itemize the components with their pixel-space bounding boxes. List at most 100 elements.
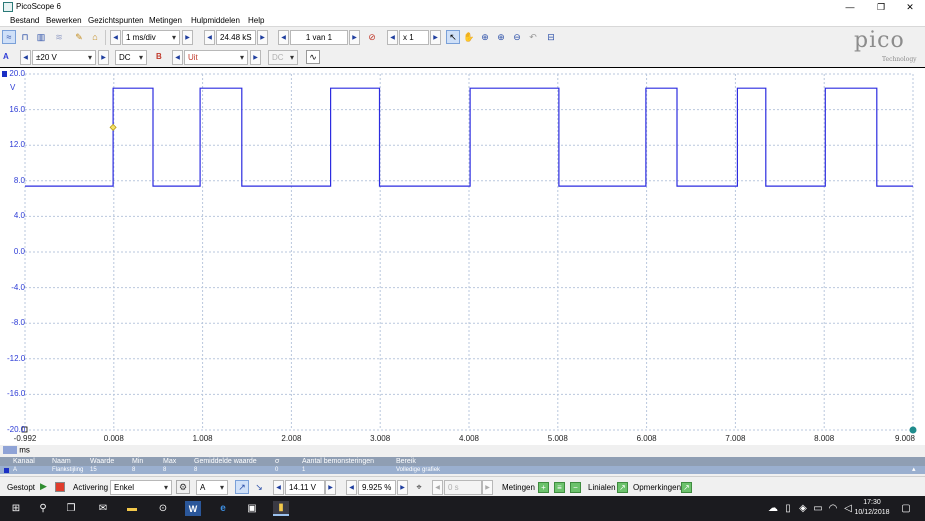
advanced-trigger-icon[interactable]: ⚙ [176,480,190,494]
separator [105,30,106,45]
file-explorer-icon[interactable]: ▬ [124,501,140,516]
start-menu-icon[interactable]: ⊞ [8,501,24,516]
probe-icon[interactable]: ✎ [72,30,86,44]
tray-usb-icon[interactable]: ▯ [780,501,796,516]
capture-counter[interactable]: 1 van 1 [290,30,348,45]
coupling-b-select[interactable]: DC [268,50,298,65]
trigger-channel-select[interactable]: A [196,480,228,495]
delay-prev-button[interactable]: ◀ [432,480,443,495]
samples-next-button[interactable]: ▶ [257,30,268,45]
delay-field[interactable]: 0 s [444,480,482,495]
toolbar-channels: A ◀ ±20 V ▶ DC B ◀ Uit ▶ DC ∿ [0,48,925,68]
hand-icon[interactable]: ✋ [462,30,476,44]
menu-hulpmiddelen[interactable]: Hulpmiddelen [191,16,240,25]
menu-help[interactable]: Help [248,16,264,25]
menu-metingen[interactable]: Metingen [149,16,182,25]
tray-wifi-icon[interactable]: ◠ [825,501,841,516]
word-icon[interactable]: W [185,501,201,516]
scope-view[interactable]: 20.0 16.0 12.0 8.0 4.0 0.0 -4.0 -8.0 -12.0 -16.0 -… [0,67,925,445]
stop-icon[interactable] [55,482,65,492]
samples-prev-button[interactable]: ◀ [204,30,215,45]
range-b-prev-button[interactable]: ◀ [172,50,183,65]
pretrigger-prev-button[interactable]: ◀ [346,480,357,495]
delay-icon[interactable]: ⌖ [412,480,426,494]
capture-prev-button[interactable]: ◀ [278,30,289,45]
edge-icon[interactable]: e [215,501,231,516]
scope-plot[interactable] [0,68,925,446]
start-icon[interactable]: ▶ [40,481,50,492]
timebase-next-button[interactable]: ▶ [182,30,193,45]
pretrigger-field[interactable]: 9.925 % [358,480,396,495]
y-tick-label: 12.0 [9,140,25,150]
edit-measurement-icon[interactable]: ≡ [554,482,565,493]
zoom-field[interactable]: x 1 [399,30,429,45]
pretrigger-next-button[interactable]: ▶ [397,480,408,495]
scope-mode-icon[interactable]: ≈ [2,30,16,44]
zoom-out-icon[interactable]: ⊖ [510,30,524,44]
picoscope-taskbar-icon[interactable]: ▮ [273,501,289,516]
trigger-marker [109,123,117,131]
zoom-prev-button[interactable]: ◀ [387,30,398,45]
measurement-row[interactable]: A Flankstijling 15 8 8 8 0 1 Volledige g… [0,466,925,474]
spectrum-mode-icon[interactable]: ▥ [34,30,48,44]
range-a-select[interactable]: ±20 V [32,50,96,65]
clock-date[interactable]: 10/12/2018 [848,509,896,516]
menu-bestand[interactable]: Bestand [10,16,39,25]
menu-gezichtspunten[interactable]: Gezichtspunten [88,16,144,25]
desktop-app-icon[interactable]: ▣ [244,501,260,516]
zoom-next-button[interactable]: ▶ [430,30,441,45]
zoom-area-icon[interactable]: ⊕ [494,30,508,44]
trigger-level-field[interactable]: 14.11 V [285,480,325,495]
zoom-in-icon[interactable]: ⊕ [478,30,492,44]
y-tick-label: 4.0 [13,211,25,221]
samples-field[interactable]: 24.48 kS [216,30,256,45]
level-prev-button[interactable]: ◀ [273,480,284,495]
signal-generator-icon[interactable]: ∿ [306,50,320,64]
timebase-prev-button[interactable]: ◀ [110,30,121,45]
y-tick-label: 0.0 [13,247,25,256]
zoom-fit-icon[interactable]: ⊟ [544,30,558,44]
tray-dropbox-icon[interactable]: ☁ [765,501,781,516]
add-measurement-icon[interactable]: + [538,482,549,493]
minimize-button[interactable]: — [835,0,865,14]
search-icon[interactable]: ⚲ [35,501,51,516]
coupling-a-select[interactable]: DC [115,50,147,65]
notes-icon[interactable]: ↗ [681,482,692,493]
menu-bewerken[interactable]: Bewerken [46,16,82,25]
range-a-next-button[interactable]: ▶ [98,50,109,65]
lock-app-icon[interactable]: ⊙ [155,501,171,516]
notifications-icon[interactable]: ▢ [898,501,914,516]
close-button[interactable]: ✕ [895,0,925,14]
task-view-icon[interactable]: ❐ [63,501,79,516]
col-kanaal: Kanaal [13,458,35,465]
serial-decode-icon[interactable]: ≋ [52,30,66,44]
capture-navigator-icon[interactable]: ⊘ [365,30,379,44]
y-tick-label: 16.0 [9,104,25,114]
range-b-next-button[interactable]: ▶ [250,50,261,65]
delay-next-button[interactable]: ▶ [482,480,493,495]
persistence-mode-icon[interactable]: ⊓ [18,30,32,44]
range-b-select[interactable]: Uit [184,50,248,65]
delete-measurement-icon[interactable]: − [570,482,581,493]
falling-edge-icon[interactable]: ↘ [252,480,266,494]
tray-security-icon[interactable]: ◈ [795,501,811,516]
clock-time[interactable]: 17:30 [852,499,892,506]
axis-toggle-icon[interactable] [3,445,17,454]
mail-icon[interactable]: ✉ [95,501,111,516]
timebase-select[interactable]: 1 ms/div [122,30,180,45]
level-next-button[interactable]: ▶ [325,480,336,495]
trigger-mode-select[interactable]: Enkel [110,480,172,495]
y-tick-label: 20.0 [9,69,25,78]
y-tick-label: -8.0 [11,318,25,328]
pointer-icon[interactable]: ↖ [446,30,460,44]
undo-zoom-icon[interactable]: ↶ [526,30,540,44]
y-tick-label: -16.0 [7,389,26,399]
tray-battery-icon[interactable]: ▭ [810,501,826,516]
rising-edge-icon[interactable]: ↗ [235,480,249,494]
maximize-button[interactable]: ❐ [866,0,896,14]
collapse-icon[interactable]: ▴ [912,466,916,474]
home-icon[interactable]: ⌂ [88,30,102,44]
rulers-icon[interactable]: ↗ [617,482,628,493]
range-a-prev-button[interactable]: ◀ [20,50,31,65]
capture-next-button[interactable]: ▶ [349,30,360,45]
